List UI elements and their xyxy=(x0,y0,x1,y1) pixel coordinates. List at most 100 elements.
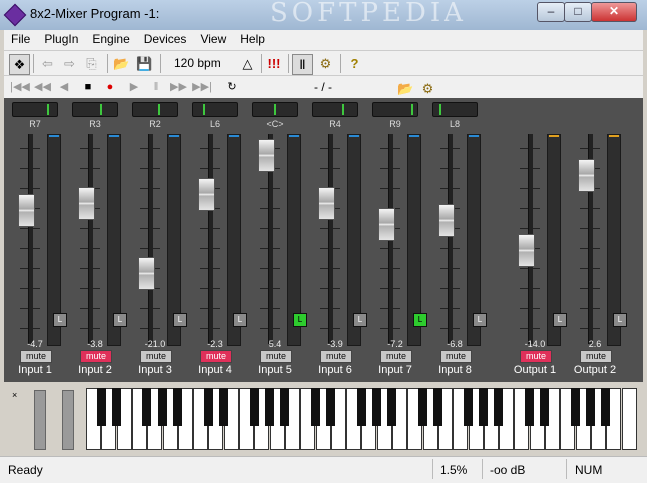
black-key[interactable] xyxy=(157,388,167,426)
piano-keyboard[interactable] xyxy=(86,388,639,450)
mute-button[interactable]: mute xyxy=(20,350,52,363)
volume-fader[interactable] xyxy=(18,193,35,227)
black-key[interactable] xyxy=(310,388,320,426)
record-icon[interactable]: ● xyxy=(102,79,118,95)
black-key[interactable] xyxy=(326,388,335,426)
volume-fader[interactable] xyxy=(438,204,455,237)
minimize-button[interactable]: – xyxy=(537,2,565,22)
black-key[interactable] xyxy=(142,388,152,426)
volume-fader[interactable] xyxy=(258,139,275,173)
pause-icon[interactable]: ‖ xyxy=(148,79,164,95)
link-button[interactable]: L xyxy=(53,313,67,327)
pan-knob[interactable] xyxy=(192,102,238,117)
plugin-settings-icon[interactable]: ⚙ xyxy=(418,79,437,98)
step-back-icon[interactable]: ◀ xyxy=(56,79,72,95)
settings-icon[interactable]: ⚙ xyxy=(316,54,335,73)
black-key[interactable] xyxy=(356,388,366,426)
black-key[interactable] xyxy=(280,388,290,426)
mute-button[interactable]: mute xyxy=(320,350,352,363)
rewind-start-icon[interactable]: |◀◀ xyxy=(10,79,30,95)
copy-icon[interactable]: ⎘ xyxy=(82,54,101,73)
black-key[interactable] xyxy=(524,388,534,426)
white-key[interactable] xyxy=(621,388,637,450)
pan-knob[interactable] xyxy=(72,102,118,117)
close-button[interactable]: ✕ xyxy=(591,2,637,22)
pitch-wheel[interactable] xyxy=(34,390,46,450)
menu-help[interactable]: Help xyxy=(233,30,272,48)
pan-knob[interactable] xyxy=(12,102,58,117)
maximize-button[interactable]: □ xyxy=(564,2,592,22)
black-key[interactable] xyxy=(601,388,611,426)
save-icon[interactable]: 💾 xyxy=(135,54,154,73)
menu-view[interactable]: View xyxy=(193,30,233,48)
mute-button[interactable]: mute xyxy=(200,350,232,363)
black-key[interactable] xyxy=(570,388,580,426)
link-button[interactable]: L xyxy=(293,313,307,327)
menu-devices[interactable]: Devices xyxy=(137,30,194,48)
piano-close-icon[interactable]: × xyxy=(12,390,17,400)
mute-button[interactable]: mute xyxy=(140,350,172,363)
play-icon[interactable]: ▶ xyxy=(126,79,142,95)
open-folder-icon[interactable]: 📂 xyxy=(112,54,131,73)
volume-fader[interactable] xyxy=(198,177,215,211)
mute-button[interactable]: mute xyxy=(580,350,612,363)
black-key[interactable] xyxy=(371,388,381,426)
mute-button[interactable]: mute xyxy=(380,350,412,363)
black-key[interactable] xyxy=(494,388,504,426)
menu-engine[interactable]: Engine xyxy=(85,30,136,48)
volume-fader[interactable] xyxy=(78,186,95,220)
black-key[interactable] xyxy=(249,388,259,426)
mute-button[interactable]: mute xyxy=(80,350,112,363)
link-button[interactable]: L xyxy=(613,313,627,327)
pan-knob[interactable] xyxy=(312,102,358,117)
black-key[interactable] xyxy=(387,388,397,426)
black-key[interactable] xyxy=(586,388,596,426)
title-bar[interactable]: 8x2-Mixer Program -1: SOFTPEDIA – □ ✕ xyxy=(0,0,647,30)
link-button[interactable]: L xyxy=(473,313,487,327)
black-key[interactable] xyxy=(540,388,550,426)
black-key[interactable] xyxy=(218,388,228,426)
forward-arrow-icon[interactable]: ⇨ xyxy=(60,54,79,73)
panic-icon[interactable]: !!! xyxy=(263,54,285,73)
help-icon[interactable]: ? xyxy=(345,54,364,73)
volume-fader[interactable] xyxy=(138,256,155,290)
loop-icon[interactable]: ↻ xyxy=(224,79,240,95)
pan-knob[interactable] xyxy=(372,102,418,117)
volume-fader[interactable] xyxy=(378,207,395,241)
link-button[interactable]: L xyxy=(413,313,427,327)
forward-end-icon[interactable]: ▶▶| xyxy=(192,79,212,95)
mute-button[interactable]: mute xyxy=(440,350,472,363)
black-key[interactable] xyxy=(96,388,106,426)
black-key[interactable] xyxy=(203,388,213,426)
back-arrow-icon[interactable]: ⇦ xyxy=(38,54,57,73)
black-key[interactable] xyxy=(417,388,427,426)
black-key[interactable] xyxy=(111,388,121,426)
link-button[interactable]: L xyxy=(113,313,127,327)
mute-button[interactable]: mute xyxy=(260,350,292,363)
fast-forward-icon[interactable]: ▶▶ xyxy=(170,79,187,95)
link-button[interactable]: L xyxy=(353,313,367,327)
rewind-icon[interactable]: ◀◀ xyxy=(34,79,51,95)
modulation-wheel[interactable] xyxy=(62,390,74,450)
midi-keyboard-icon[interactable]: ❖ xyxy=(9,54,30,75)
piano-view-icon[interactable]: Ⅱ xyxy=(292,54,313,75)
volume-fader[interactable] xyxy=(578,158,595,192)
open-plugin-icon[interactable]: 📂 xyxy=(396,79,415,98)
pan-knob[interactable] xyxy=(132,102,178,117)
tempo-display[interactable]: 120 bpm xyxy=(174,56,221,70)
volume-fader[interactable] xyxy=(518,233,535,267)
black-key[interactable] xyxy=(264,388,274,426)
black-key[interactable] xyxy=(479,388,488,426)
volume-fader[interactable] xyxy=(318,186,335,220)
black-key[interactable] xyxy=(433,388,443,426)
stop-icon[interactable]: ■ xyxy=(80,79,96,95)
link-button[interactable]: L xyxy=(233,313,247,327)
menu-file[interactable]: File xyxy=(4,30,37,48)
black-key[interactable] xyxy=(463,388,473,426)
link-button[interactable]: L xyxy=(173,313,187,327)
link-button[interactable]: L xyxy=(553,313,567,327)
metronome-icon[interactable]: △ xyxy=(238,54,257,73)
pan-knob[interactable] xyxy=(432,102,478,117)
pan-knob[interactable] xyxy=(252,102,298,117)
mute-button[interactable]: mute xyxy=(520,350,552,363)
